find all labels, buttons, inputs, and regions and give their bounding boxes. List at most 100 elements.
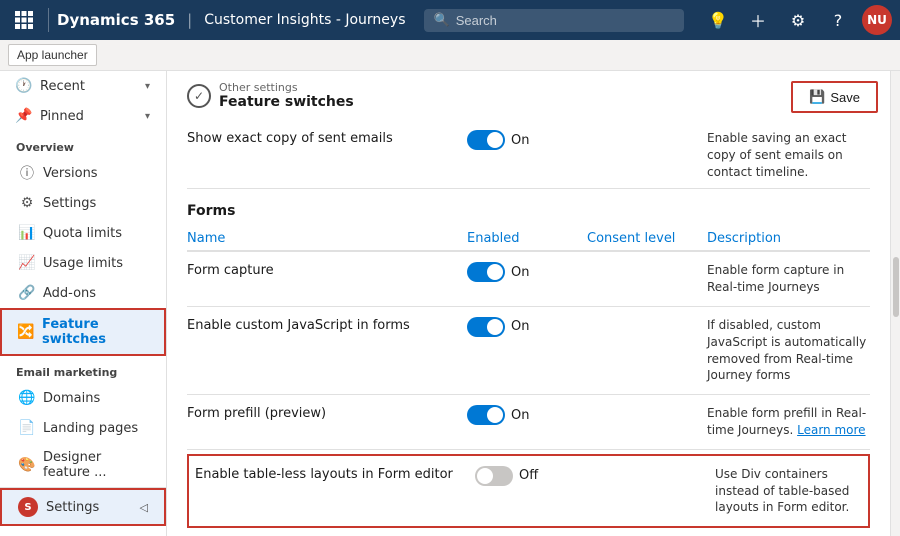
custom-js-row: Enable custom JavaScript in forms On If … [187,307,870,395]
table-less-description: Use Div containers instead of table-base… [715,466,862,516]
settings-icon[interactable]: ⚙ [782,4,814,36]
sidebar-item-recent[interactable]: 🕐 Recent ▾ [0,71,166,101]
topbar-sep: | [187,11,192,29]
sent-emails-toggle-label: On [511,133,529,148]
addons-icon: 🔗 [19,285,35,301]
sent-emails-name: Show exact copy of sent emails [187,130,467,148]
landing-pages-icon: 📄 [19,420,35,436]
sidebar-settings-label: Settings [43,196,96,211]
sidebar-item-versions[interactable]: ⓘ Versions [0,158,166,188]
topbar: Dynamics 365 | Customer Insights - Journ… [0,0,900,40]
recent-icon: 🕐 [16,78,32,94]
content-area: ✓ Other settings Feature switches Show e… [167,71,890,536]
save-label: Save [830,90,860,105]
add-icon[interactable]: ＋ [742,4,774,36]
top-settings-table: Show exact copy of sent emails On Enable… [187,122,870,189]
form-prefill-toggle-label: On [511,408,529,423]
section-header-icon: ✓ [187,84,211,108]
lightbulb-icon[interactable]: 💡 [702,4,734,36]
overview-header: Overview [0,131,166,158]
bottom-chevron-icon: ◁ [140,501,148,514]
sidebar-bottom-settings[interactable]: S Settings ◁ [0,488,166,526]
sidebar-item-usage-limits[interactable]: 📈 Usage limits [0,248,166,278]
form-capture-row: Form capture On Enable form capture in R… [187,252,870,307]
avatar[interactable]: NU [862,5,892,35]
versions-icon: ⓘ [19,165,35,181]
sidebar-feature-switches-label: Feature switches [42,317,148,347]
search-box[interactable]: 🔍 [424,9,684,32]
topbar-divider [48,8,49,32]
sidebar-item-quota-limits[interactable]: 📊 Quota limits [0,218,166,248]
sidebar-item-settings[interactable]: ⚙ Settings [0,188,166,218]
sidebar-designer-label: Designer feature ... [43,450,150,480]
save-button[interactable]: 💾 Save [791,81,878,113]
table-less-name: Enable table-less layouts in Form editor [195,466,475,484]
learn-more-link[interactable]: Learn more [797,423,865,437]
form-prefill-toggle[interactable]: On [467,405,587,425]
form-capture-name: Form capture [187,262,467,280]
save-icon: 💾 [809,89,825,105]
form-capture-toggle[interactable]: On [467,262,587,282]
grid-menu-icon[interactable] [8,4,40,36]
section-header: ✓ Other settings Feature switches [187,81,870,110]
forms-section-title: Forms [187,203,870,219]
forms-table: Name Enabled Consent level Description F… [187,227,870,528]
breadcrumb-parent: Other settings [219,81,354,94]
custom-js-toggle-label: On [511,319,529,334]
save-bar: 💾 Save [779,71,890,123]
app-launcher-button[interactable]: App launcher [8,44,97,66]
sidebar: 🕐 Recent ▾ 📌 Pinned ▾ Overview ⓘ Version… [0,71,167,536]
sidebar-item-landing-pages[interactable]: 📄 Landing pages [0,413,166,443]
sidebar-item-designer-feature[interactable]: 🎨 Designer feature ... [0,443,166,487]
sidebar-item-domains[interactable]: 🌐 Domains [0,383,166,413]
sidebar-landing-label: Landing pages [43,421,138,436]
launcher-label: App launcher [17,48,88,62]
sidebar-versions-label: Versions [43,166,98,181]
custom-js-toggle[interactable]: On [467,317,587,337]
sidebar-domains-label: Domains [43,391,100,406]
help-icon[interactable]: ? [822,4,854,36]
sent-emails-description: Enable saving an exact copy of sent emai… [707,130,870,180]
col-enabled-header: Enabled [467,231,587,246]
custom-js-name: Enable custom JavaScript in forms [187,317,467,335]
col-name-header: Name [187,231,467,246]
sidebar-addons-label: Add-ons [43,286,96,301]
sidebar-recent-label: Recent [40,79,85,94]
topbar-icon-group: 💡 ＋ ⚙ ? NU [702,4,892,36]
form-prefill-description: Enable form prefill in Real-time Journey… [707,405,870,439]
app-title: Dynamics 365 [57,11,175,29]
sidebar-pinned-label: Pinned [40,109,84,124]
sidebar-quota-label: Quota limits [43,226,122,241]
domains-icon: 🌐 [19,390,35,406]
sidebar-item-feature-switches[interactable]: 🔀 Feature switches [0,308,166,356]
form-prefill-row: Form prefill (preview) On Enable form pr… [187,395,870,450]
breadcrumb-title: Feature switches [219,94,354,110]
settings-avatar: S [18,497,38,517]
chevron-down-icon: ▾ [145,81,150,92]
table-less-toggle[interactable]: Off [475,466,595,486]
settings-nav-icon: ⚙ [19,195,35,211]
sidebar-item-pinned[interactable]: 📌 Pinned ▾ [0,101,166,131]
section-header-text: Other settings Feature switches [219,81,354,110]
designer-icon: 🎨 [19,457,35,473]
col-description-header: Description [707,231,870,246]
form-capture-description: Enable form capture in Real-time Journey… [707,262,870,296]
email-marketing-header: Email marketing [0,356,166,383]
custom-js-description: If disabled, custom JavaScript is automa… [707,317,870,384]
search-input[interactable] [456,13,674,28]
feature-switches-icon: 🔀 [18,324,34,340]
sidebar-bottom-label: Settings [46,500,99,515]
sent-emails-row: Show exact copy of sent emails On Enable… [187,122,870,189]
sidebar-item-add-ons[interactable]: 🔗 Add-ons [0,278,166,308]
table-less-row: Enable table-less layouts in Form editor… [191,458,866,524]
pinned-icon: 📌 [16,108,32,124]
app-subtitle: Customer Insights - Journeys [204,12,405,28]
scrollbar-thumb[interactable] [893,257,899,317]
form-capture-toggle-label: On [511,265,529,280]
usage-icon: 📈 [19,255,35,271]
table-less-row-container: Enable table-less layouts in Form editor… [187,454,870,528]
search-icon: 🔍 [434,13,450,28]
main-layout: 🕐 Recent ▾ 📌 Pinned ▾ Overview ⓘ Version… [0,71,900,536]
sent-emails-toggle[interactable]: On [467,130,587,150]
quota-icon: 📊 [19,225,35,241]
